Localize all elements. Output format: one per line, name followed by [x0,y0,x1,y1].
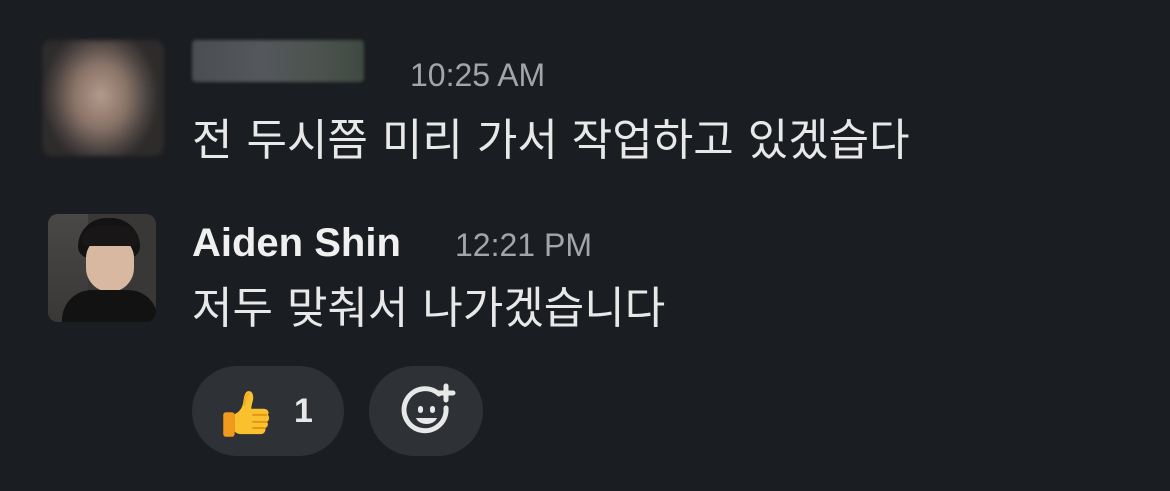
avatar-fringe [82,226,138,246]
message-text: 저두 맞춰서 나가겠습니다 [192,283,666,334]
add-reaction-button[interactable] [369,366,483,456]
reaction-thumbs-up[interactable]: 1 [192,366,344,456]
message-text: 전 두시쯤 미리 가서 작업하고 있겠습다 [192,115,910,166]
avatar[interactable] [42,40,164,156]
redacted-sender-name[interactable] [192,40,364,82]
message-pane: 10:25 AM 전 두시쯤 미리 가서 작업하고 있겠습다 Aiden Shi… [0,0,1170,491]
add-emoji-icon [401,383,456,434]
reaction-count: 1 [294,392,313,430]
avatar-body [62,290,156,322]
message-timestamp[interactable]: 12:21 PM [455,227,592,263]
thumbs-up-icon [223,391,270,437]
sender-name[interactable]: Aiden Shin [192,220,401,266]
avatar[interactable] [48,214,156,322]
message-timestamp[interactable]: 10:25 AM [410,57,545,93]
